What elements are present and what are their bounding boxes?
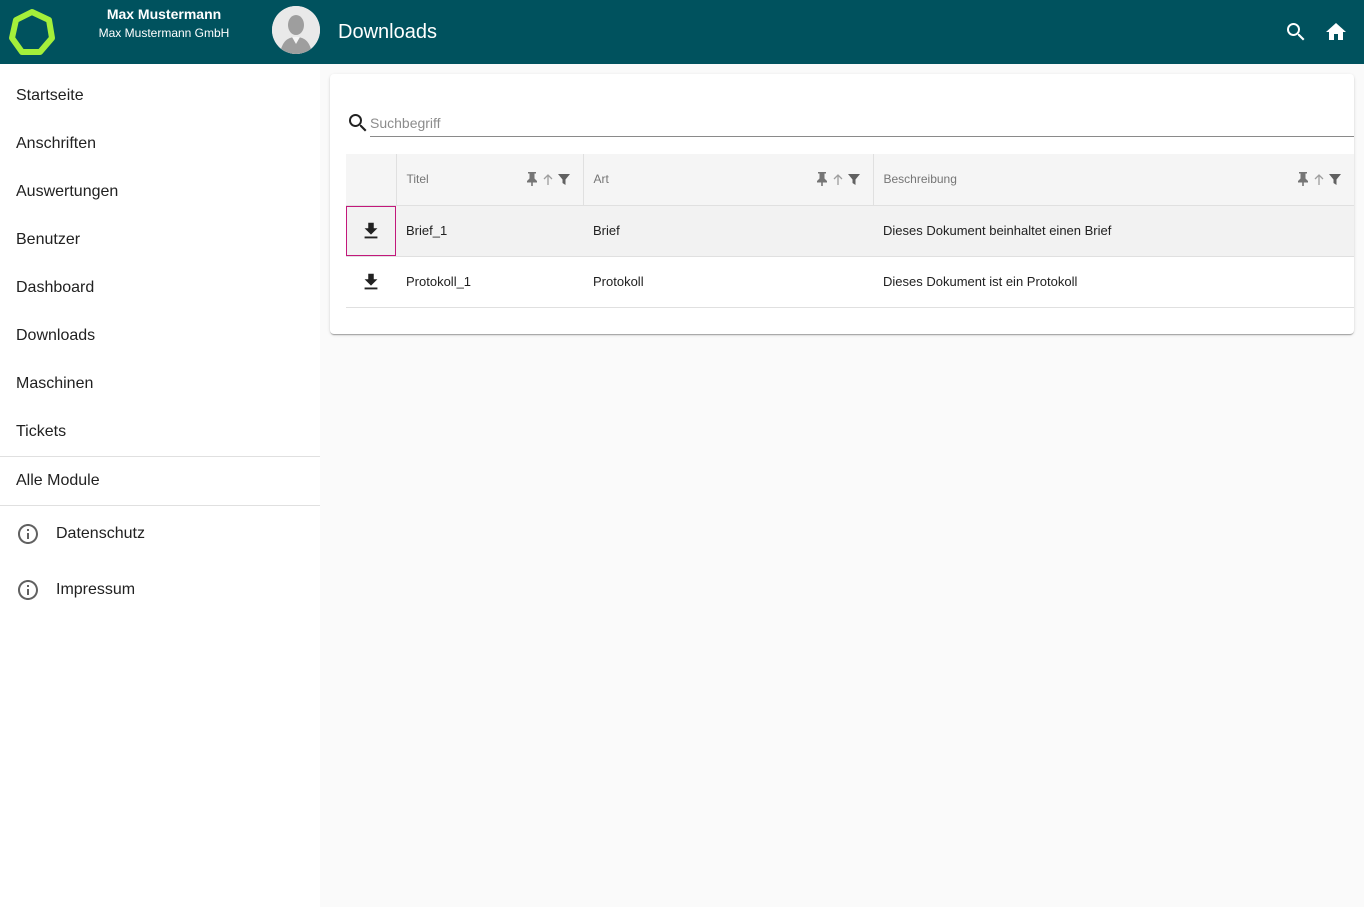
download-cell [346, 256, 396, 308]
cell-titel: Brief_1 [396, 205, 583, 257]
info-icon [16, 522, 40, 546]
column-header-art[interactable]: Art [583, 154, 874, 206]
sidebar-item-anschriften[interactable]: Anschriften [0, 120, 320, 168]
column-header-beschreibung[interactable]: Beschreibung [873, 154, 1354, 206]
cell-art: Protokoll [583, 256, 873, 308]
filter-icon[interactable] [1328, 171, 1342, 187]
info-icon [16, 578, 40, 602]
cell-beschreibung: Dieses Dokument ist ein Protokoll [873, 256, 1354, 308]
sidebar-item-tickets[interactable]: Tickets [0, 408, 320, 456]
cell-titel: Protokoll_1 [396, 256, 583, 308]
sort-arrow-up-icon[interactable] [1312, 171, 1326, 187]
search-icon [346, 111, 370, 135]
sidebar-item-maschinen[interactable]: Maschinen [0, 360, 320, 408]
download-cell [346, 205, 396, 257]
sidebar-item-benutzer[interactable]: Benutzer [0, 216, 320, 264]
sidebar-item-label: Datenschutz [56, 525, 145, 542]
sort-arrow-up-icon[interactable] [541, 171, 555, 187]
sidebar: Startseite Anschriften Auswertungen Benu… [0, 64, 320, 907]
sidebar-item-label: Impressum [56, 581, 136, 598]
column-header-titel[interactable]: Titel [396, 154, 584, 206]
downloads-card: Titel Art Beschreibung [330, 74, 1354, 334]
download-icon [364, 222, 378, 238]
sidebar-item-datenschutz[interactable]: Datenschutz [0, 506, 320, 562]
column-header-actions [346, 154, 397, 206]
table-row[interactable]: Protokoll_1 Protokoll Dieses Dokument is… [346, 256, 1354, 308]
filter-icon[interactable] [557, 171, 571, 187]
search-input[interactable] [370, 108, 1354, 137]
downloads-table: Titel Art Beschreibung Brief_1 Brief Die… [346, 154, 1354, 308]
avatar[interactable] [272, 6, 320, 54]
column-header-label: Titel [406, 172, 429, 187]
sidebar-item-dashboard[interactable]: Dashboard [0, 264, 320, 312]
sidebar-item-impressum[interactable]: Impressum [0, 562, 320, 618]
pin-icon[interactable] [815, 171, 829, 187]
user-info: Max Mustermann Max Mustermann GmbH [88, 6, 240, 41]
table-header-row: Titel Art Beschreibung [346, 154, 1354, 206]
column-header-label: Art [593, 172, 609, 187]
sidebar-item-auswertungen[interactable]: Auswertungen [0, 168, 320, 216]
app-header: Max Mustermann Max Mustermann GmbH Downl… [0, 0, 1364, 64]
cell-beschreibung: Dieses Dokument beinhaltet einen Brief [873, 205, 1354, 257]
sidebar-item-downloads[interactable]: Downloads [0, 312, 320, 360]
column-header-label: Beschreibung [883, 172, 957, 187]
cell-art: Brief [583, 205, 873, 257]
sidebar-item-alle-module[interactable]: Alle Module [0, 457, 320, 505]
download-button[interactable] [346, 257, 396, 307]
user-company: Max Mustermann GmbH [98, 26, 230, 40]
pin-icon[interactable] [1296, 171, 1310, 187]
download-button[interactable] [346, 205, 396, 256]
search-icon[interactable] [1284, 20, 1308, 44]
home-icon[interactable] [1324, 20, 1348, 44]
sidebar-item-startseite[interactable]: Startseite [0, 72, 320, 120]
filter-icon[interactable] [847, 171, 861, 187]
sort-arrow-up-icon[interactable] [831, 171, 845, 187]
user-name: Max Mustermann [106, 6, 222, 22]
download-icon [364, 273, 378, 289]
search-bar [346, 108, 1354, 138]
page-title: Downloads [338, 21, 437, 43]
app-logo[interactable] [8, 8, 56, 56]
pin-icon[interactable] [525, 171, 539, 187]
table-row[interactable]: Brief_1 Brief Dieses Dokument beinhaltet… [346, 205, 1354, 257]
